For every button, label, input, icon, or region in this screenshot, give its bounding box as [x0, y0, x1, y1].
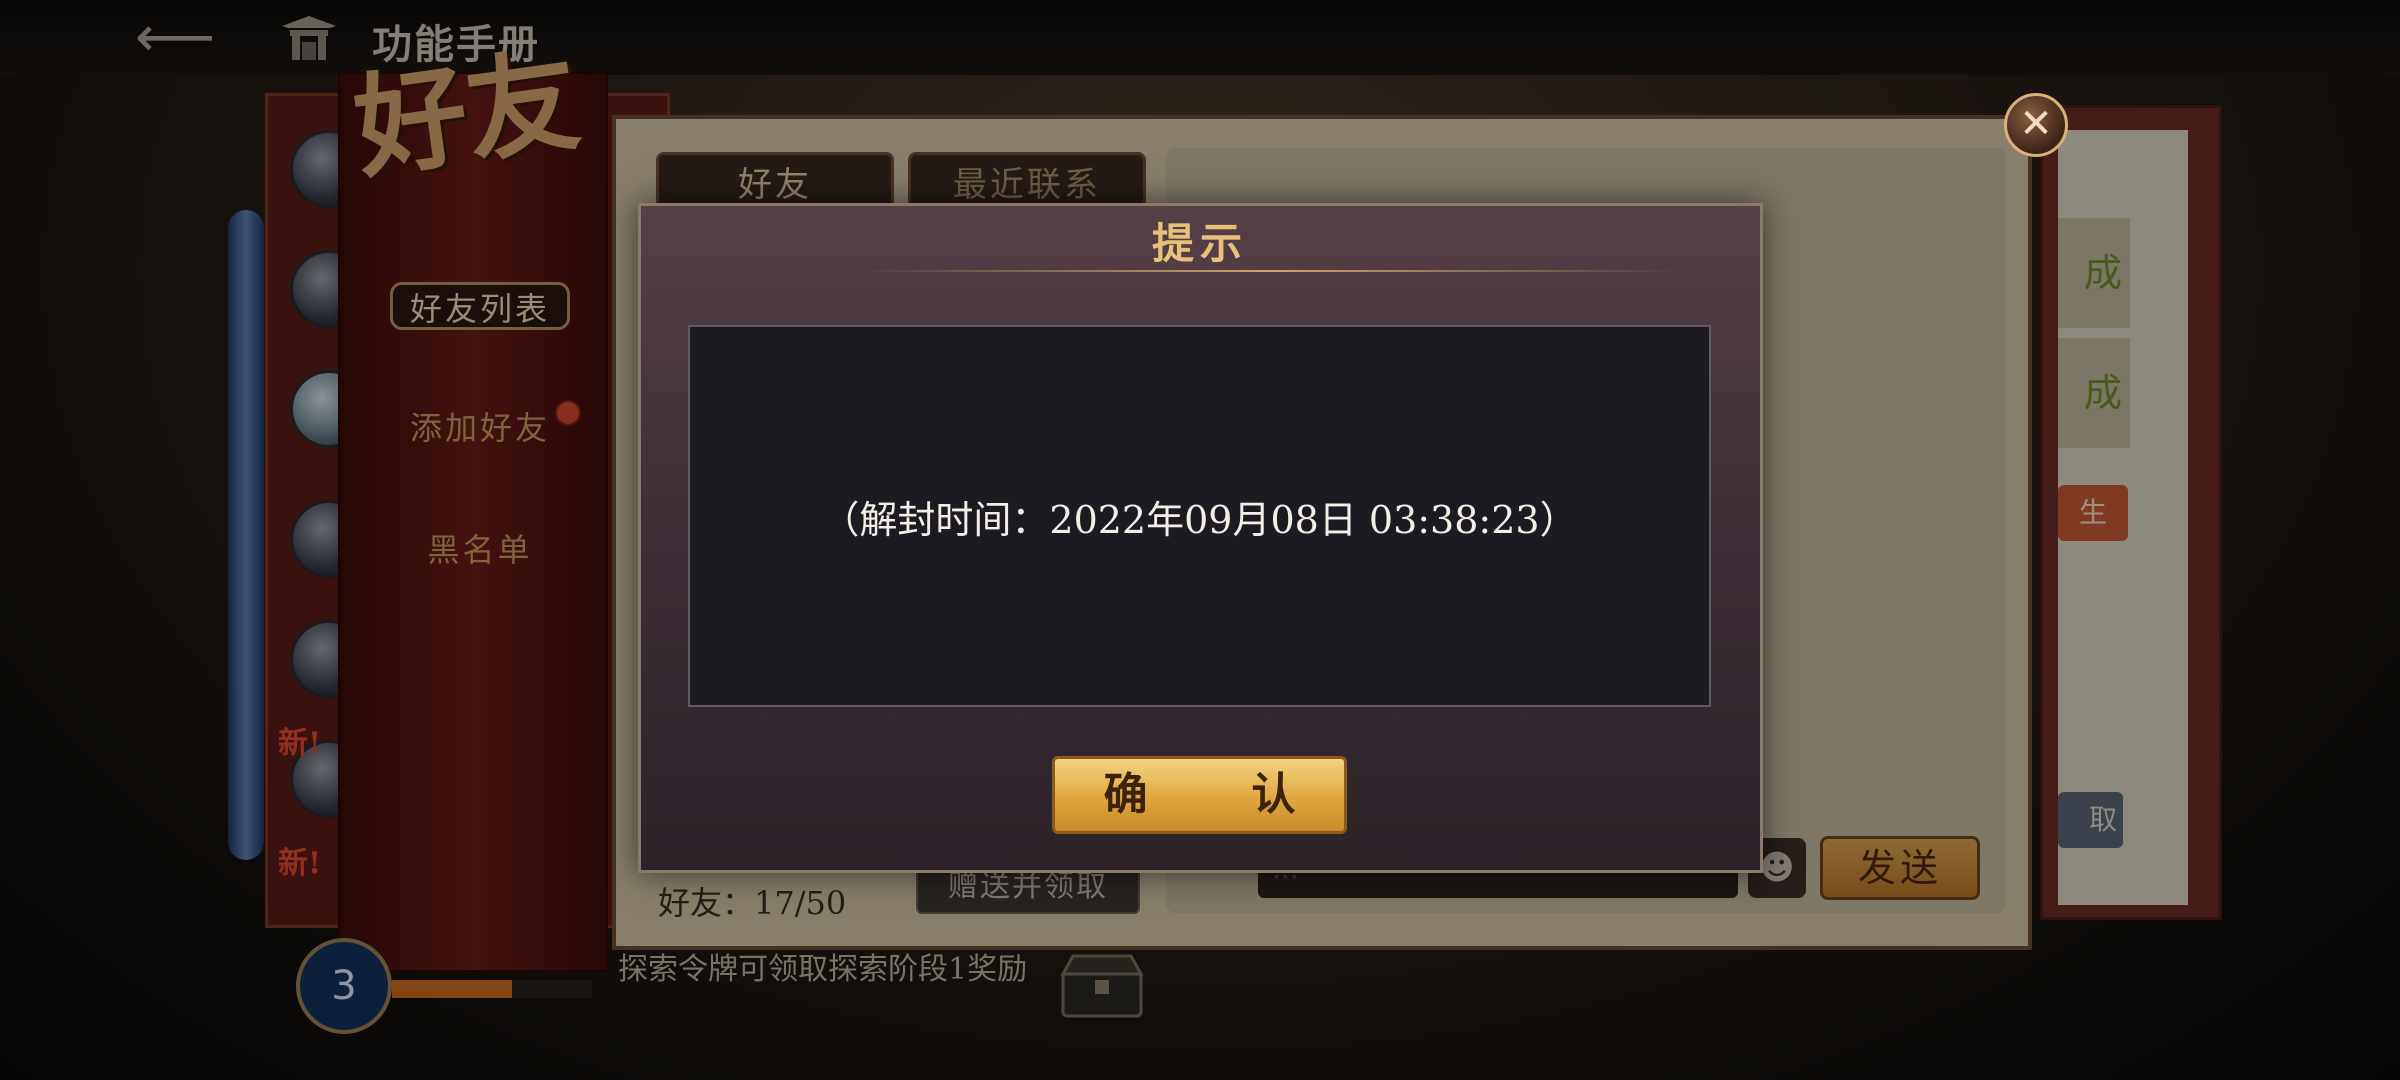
close-icon[interactable]: ✕: [2004, 93, 2068, 157]
dialog-title: 提示: [1151, 219, 1248, 268]
dialog-message: （解封时间：2022年09月08日 03:38:23）: [821, 497, 1578, 542]
confirm-button[interactable]: 确 认: [1052, 756, 1347, 834]
title-divider: [860, 270, 1680, 272]
